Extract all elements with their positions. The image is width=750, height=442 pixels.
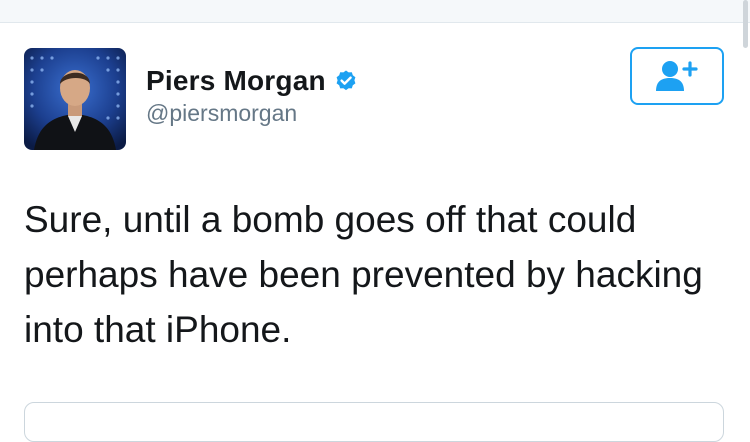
verified-badge-icon [334, 69, 358, 93]
author-name-row: Piers Morgan [146, 64, 358, 98]
author-handle[interactable]: @piersmorgan [146, 100, 297, 127]
follow-button[interactable] [630, 47, 724, 105]
profile-photo-icon [24, 48, 126, 150]
scrollbar[interactable] [743, 0, 748, 48]
avatar[interactable] [24, 48, 126, 150]
author-display-name[interactable]: Piers Morgan [146, 65, 326, 97]
top-bar [0, 0, 750, 23]
embedded-card[interactable] [24, 402, 724, 442]
add-user-icon [656, 61, 698, 91]
tweet-text: Sure, until a bomb goes off that could p… [24, 199, 703, 350]
